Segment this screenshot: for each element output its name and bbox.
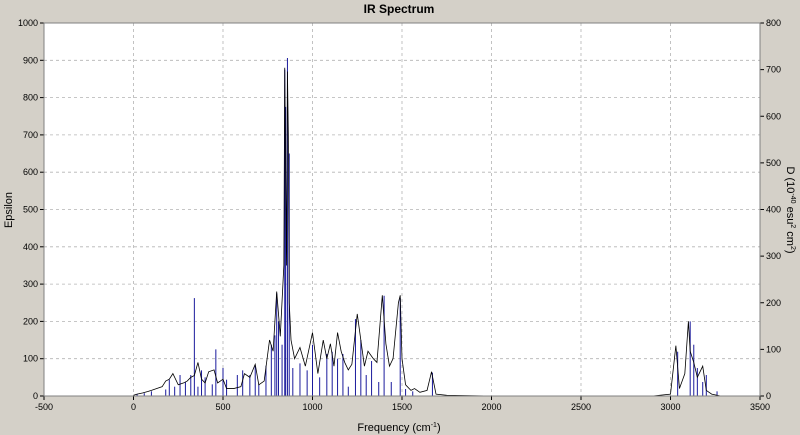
y-axis-label: Epsilon [3, 192, 15, 228]
y-tick-label: 300 [23, 279, 38, 289]
y2-tick-label: 100 [766, 344, 781, 354]
y-tick-label: 800 [23, 93, 38, 103]
y-tick-label: 600 [23, 167, 38, 177]
y2-tick-label: 300 [766, 251, 781, 261]
y-tick-label: 100 [23, 354, 38, 364]
y2-label-part-4: cm [784, 228, 796, 246]
y2-label-part-0: D (10 [784, 166, 796, 193]
ir-spectrum-chart: IR Spectrum -500 0 500 1000 1500 2000 2500 3000… [0, 0, 800, 435]
y2-label-part-6: ) [784, 250, 796, 254]
y-tick-label: 0 [33, 391, 38, 401]
y-tick-label: 400 [23, 242, 38, 252]
y2-label-part-2: esu [784, 204, 796, 225]
x-tick-label: 2500 [571, 402, 591, 412]
y2-tick-label: 0 [766, 391, 771, 401]
x-tick-label: -500 [35, 402, 53, 412]
y2-tick-label: 700 [766, 65, 781, 75]
y-tick-label: 700 [23, 130, 38, 140]
x-axis-label: Frequency (cm-1) [357, 422, 440, 434]
x-tick-label: 3500 [750, 402, 770, 412]
y2-label-part-1: -40 [789, 193, 796, 203]
y-tick-label: 200 [23, 316, 38, 326]
x-axis-label-text: Frequency (cm [357, 422, 430, 434]
x-tick-label: 0 [131, 402, 136, 412]
y2-axis-label: D (10-40 esu2 cm2) [784, 166, 796, 253]
x-tick-label: 500 [215, 402, 230, 412]
y2-tick-label: 500 [766, 158, 781, 168]
x-tick-label: 3000 [660, 402, 680, 412]
y2-tick-label: 600 [766, 111, 781, 121]
y-tick-label: 900 [23, 55, 38, 65]
y2-tick-label: 200 [766, 298, 781, 308]
x-tick-label: 1000 [302, 402, 322, 412]
x-tick-label: 1500 [392, 402, 412, 412]
y2-tick-label: 400 [766, 205, 781, 215]
y-tick-label: 1000 [18, 18, 38, 28]
y2-tick-label: 800 [766, 18, 781, 28]
x-axis-label-end: ) [437, 422, 441, 434]
x-tick-label: 2000 [481, 402, 501, 412]
y-tick-label: 500 [23, 205, 38, 215]
chart-title: IR Spectrum [364, 2, 435, 16]
